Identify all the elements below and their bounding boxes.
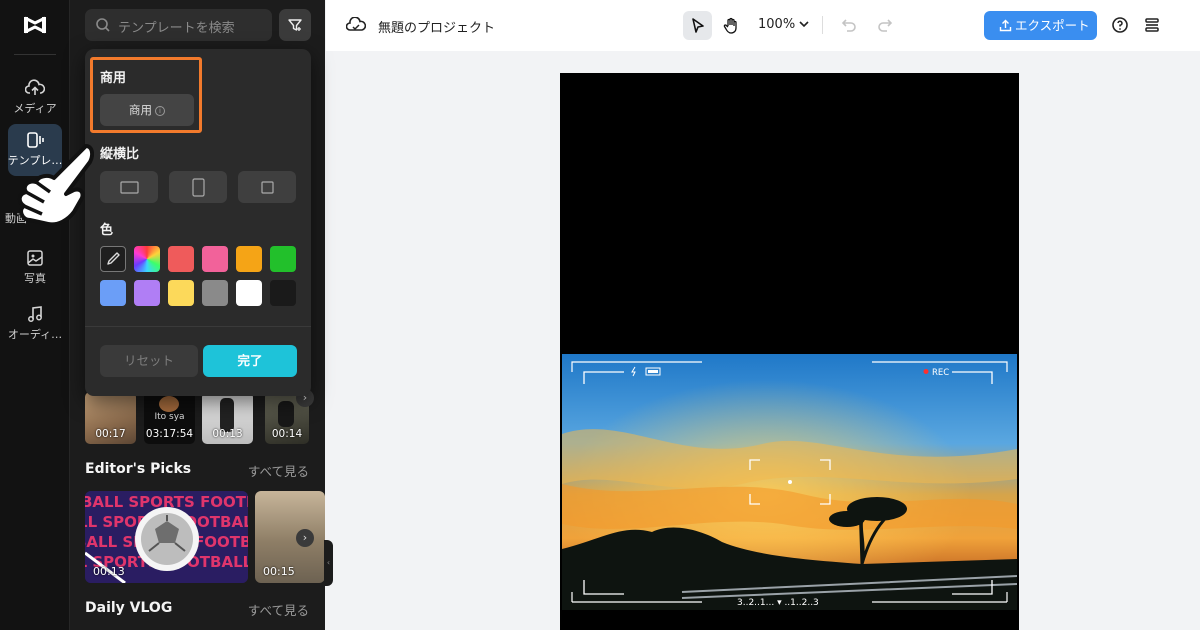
top-toolbar: 無題のプロジェクト 100% エクスポート	[326, 0, 1200, 51]
picks-thumb-beach[interactable]: 00:15	[255, 491, 325, 583]
filter-icon	[288, 19, 302, 31]
rail-item-media[interactable]: メディア	[8, 72, 62, 124]
color-swatch-purple[interactable]	[134, 280, 160, 306]
template-thumb-row: 00:17 Ito sya 03:17:54 00:13 00:14 ›	[85, 389, 325, 444]
search-icon	[96, 18, 110, 32]
help-icon[interactable]	[1111, 16, 1129, 34]
panel-collapse-handle[interactable]: ‹	[324, 540, 333, 586]
color-swatch-orange[interactable]	[236, 246, 262, 272]
toolbar-divider	[822, 16, 823, 34]
video-preview[interactable]: REC 3..2..1... ▾ ..1..2..3	[562, 354, 1017, 610]
capcut-logo-icon[interactable]	[22, 12, 48, 38]
layers-menu-icon[interactable]	[1143, 16, 1161, 34]
aspect-portrait-button[interactable]	[169, 171, 227, 203]
color-swatch-red[interactable]	[168, 246, 194, 272]
template-thumb[interactable]: Ito sya 03:17:54	[144, 392, 195, 444]
redo-icon[interactable]	[876, 16, 894, 34]
thumb-duration: 00:17	[95, 428, 126, 440]
thumb-duration: 03:17:54	[145, 428, 194, 440]
music-icon	[28, 306, 42, 322]
select-tool-button[interactable]	[683, 11, 712, 40]
thumb-duration: 00:13	[93, 565, 125, 578]
zoom-level-dropdown[interactable]: 100%	[758, 17, 809, 32]
project-title[interactable]: 無題のプロジェクト	[378, 17, 495, 36]
cursor-icon	[692, 18, 704, 33]
section-title-editors-picks: Editor's Picks	[85, 461, 192, 477]
cloud-upload-icon	[25, 79, 45, 95]
filter-color-label: 色	[100, 223, 114, 238]
aspect-square-button[interactable]	[238, 171, 296, 203]
rail-divider	[14, 54, 56, 55]
reset-button[interactable]: リセット	[100, 345, 198, 377]
thumb-figure	[220, 398, 234, 432]
thumb-caption: Ito sya	[154, 412, 185, 422]
commercial-highlight-box	[90, 57, 202, 133]
search-placeholder: テンプレートを検索	[118, 21, 235, 36]
square-icon	[261, 181, 274, 194]
aspect-landscape-button[interactable]	[100, 171, 158, 203]
hand-tool-button[interactable]	[716, 11, 745, 40]
countdown-text: 3..2..1... ▾ ..1..2..3	[737, 598, 819, 608]
eyedropper-icon	[107, 252, 120, 265]
thumb-duration: 00:14	[271, 428, 303, 440]
see-all-link[interactable]: すべて見る	[248, 600, 309, 619]
hand-icon	[723, 17, 737, 34]
rail-item-photo[interactable]: 写真	[8, 242, 62, 294]
picks-thumb-football[interactable]: BALL SPORTS FOOTBALL BALL SPORTS FOOTBAL…	[85, 491, 248, 583]
done-button[interactable]: 完了	[203, 345, 297, 377]
eyedropper-swatch[interactable]	[100, 246, 126, 272]
section-title-daily-vlog: Daily VLOG	[85, 600, 173, 616]
preview-canvas[interactable]: REC 3..2..1... ▾ ..1..2..3	[560, 73, 1019, 630]
cloud-sync-icon[interactable]	[346, 17, 366, 33]
pointing-hand-icon	[17, 144, 94, 227]
color-swatch-black[interactable]	[270, 280, 296, 306]
rec-indicator: REC	[932, 368, 949, 378]
template-thumb[interactable]: 00:13	[202, 392, 253, 444]
filter-button[interactable]	[279, 9, 311, 41]
upload-icon	[999, 19, 1012, 32]
popover-divider	[85, 326, 311, 327]
color-swatch-white[interactable]	[236, 280, 262, 306]
sunset-video-frame: REC 3..2..1... ▾ ..1..2..3	[562, 354, 1017, 610]
rail-item-label: 写真	[24, 272, 46, 285]
rail-item-label: オーディ…	[7, 328, 63, 341]
rail-item-audio[interactable]: オーディ…	[8, 298, 62, 350]
scroll-right-button[interactable]: ›	[296, 529, 314, 547]
see-all-link[interactable]: すべて見る	[248, 461, 309, 480]
image-icon	[27, 250, 43, 266]
color-swatch-pink[interactable]	[202, 246, 228, 272]
portrait-icon	[192, 178, 205, 197]
color-swatch-blue[interactable]	[100, 280, 126, 306]
undo-icon[interactable]	[840, 16, 858, 34]
zoom-value: 100%	[758, 17, 796, 32]
export-button[interactable]: エクスポート	[984, 11, 1097, 40]
thumb-duration: 00:13	[212, 428, 243, 440]
color-swatch-yellow[interactable]	[168, 280, 194, 306]
thumb-duration: 00:15	[263, 565, 295, 578]
thumb-figure	[159, 396, 179, 412]
export-label: エクスポート	[1015, 18, 1090, 33]
filter-aspect-label: 縦横比	[100, 147, 140, 162]
color-swatch-green[interactable]	[270, 246, 296, 272]
thumb-figure	[278, 401, 294, 427]
rail-item-label: メディア	[13, 102, 57, 115]
template-thumb[interactable]: 00:17	[85, 392, 136, 444]
search-input[interactable]: テンプレートを検索	[85, 9, 272, 41]
color-swatch-gray[interactable]	[202, 280, 228, 306]
landscape-icon	[120, 181, 139, 194]
left-rail: メディア テンプレ… 動画 写真 オーディ…	[0, 0, 70, 630]
rainbow-swatch[interactable]	[134, 246, 160, 272]
chevron-down-icon	[799, 21, 809, 28]
